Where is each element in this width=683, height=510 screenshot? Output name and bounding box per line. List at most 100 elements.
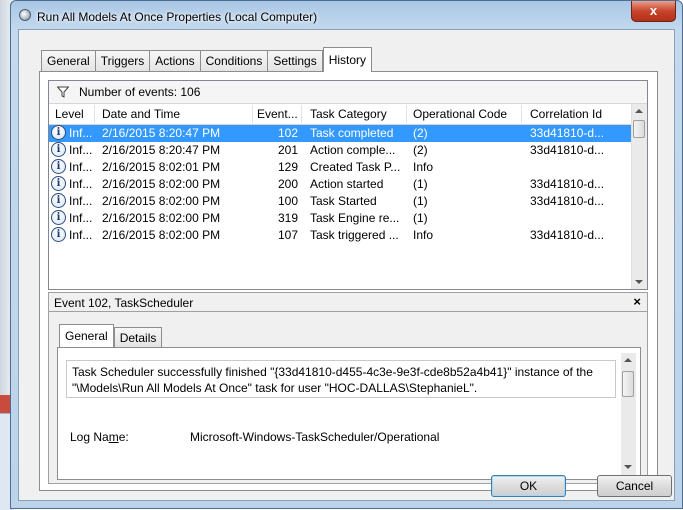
- cell-task-category: Action started: [310, 177, 384, 191]
- events-grid: Level Date and Time Event... Task Catego…: [49, 104, 634, 289]
- detail-tab-details[interactable]: Details: [113, 327, 163, 348]
- cell-event-id: 201: [277, 143, 298, 157]
- tab-strip: General Triggers Actions Conditions Sett…: [41, 47, 373, 72]
- column-divider[interactable]: [252, 105, 253, 123]
- column-divider[interactable]: [94, 105, 95, 123]
- detail-tab-general[interactable]: General: [59, 324, 114, 348]
- cancel-button[interactable]: Cancel: [597, 475, 672, 497]
- detail-close-icon[interactable]: ×: [633, 294, 641, 309]
- tab-history[interactable]: History: [322, 47, 373, 72]
- column-divider[interactable]: [406, 105, 407, 123]
- cell-event-id: 107: [277, 228, 298, 242]
- column-divider[interactable]: [521, 105, 522, 123]
- info-icon: i: [51, 210, 66, 225]
- cell-date-time: 2/16/2015 8:20:47 PM: [102, 126, 221, 140]
- cell-level: Inf...: [69, 160, 93, 174]
- cell-correlation-id: 33d41810-d...: [530, 228, 605, 242]
- scroll-down-arrow[interactable]: [624, 465, 632, 469]
- tab-triggers[interactable]: Triggers: [95, 50, 151, 72]
- cell-event-id: 200: [277, 177, 298, 191]
- clock-icon: [19, 9, 31, 21]
- history-panel: Number of events: 106 Level Date and Tim…: [39, 71, 658, 491]
- window-title: Run All Models At Once Properties (Local…: [37, 10, 318, 24]
- cell-level: Inf...: [69, 228, 93, 242]
- cell-task-category: Action comple...: [310, 143, 396, 157]
- cell-task-category: Task Engine re...: [310, 211, 400, 225]
- cell-correlation-id: 33d41810-d...: [530, 126, 605, 140]
- tab-conditions[interactable]: Conditions: [200, 50, 269, 72]
- tab-settings[interactable]: Settings: [268, 50, 323, 72]
- grid-header: Level Date and Time Event... Task Catego…: [49, 104, 634, 125]
- event-detail-body: General Details Task Scheduler successfu…: [48, 312, 648, 484]
- event-row[interactable]: i Inf... 2/16/2015 8:02:01 PM 129 Created Ta…: [49, 159, 634, 176]
- properties-dialog: Run All Models At Once Properties (Local…: [10, 0, 683, 509]
- scroll-up-arrow[interactable]: [624, 358, 632, 362]
- filter-bar: Number of events: 106: [49, 81, 647, 104]
- scroll-down-arrow[interactable]: [635, 280, 643, 284]
- detail-scrollbar[interactable]: [621, 353, 636, 475]
- title-bar[interactable]: Run All Models At Once Properties (Local…: [11, 1, 682, 29]
- ok-button[interactable]: OK: [491, 475, 566, 497]
- cell-operational-code: (1): [413, 194, 428, 208]
- event-row[interactable]: i Inf... 2/16/2015 8:20:47 PM 201 Action com…: [49, 142, 634, 159]
- cell-task-category: Task triggered ...: [310, 228, 399, 242]
- scroll-thumb[interactable]: [622, 371, 634, 397]
- cell-event-id: 129: [277, 160, 298, 174]
- column-header-level[interactable]: Level: [55, 107, 84, 121]
- cell-level: Inf...: [69, 194, 93, 208]
- cell-level: Inf...: [69, 211, 93, 225]
- window-close-button[interactable]: x: [631, 1, 676, 22]
- event-message[interactable]: Task Scheduler successfully finished "{3…: [66, 360, 616, 398]
- cell-operational-code: Info: [413, 160, 434, 174]
- cell-operational-code: Info: [413, 228, 434, 242]
- event-row[interactable]: i Inf... 2/16/2015 8:02:00 PM 100 Task Start…: [49, 193, 634, 210]
- info-icon: i: [51, 159, 66, 174]
- info-icon: i: [51, 142, 66, 157]
- cell-task-category: Created Task P...: [310, 160, 401, 174]
- cell-correlation-id: 33d41810-d...: [530, 194, 605, 208]
- cell-operational-code: (1): [413, 177, 428, 191]
- event-detail-title: Event 102, TaskScheduler: [54, 296, 194, 310]
- scroll-thumb[interactable]: [633, 120, 645, 138]
- cell-task-category: Task completed: [310, 126, 394, 140]
- cell-operational-code: (1): [413, 211, 428, 225]
- column-header-date[interactable]: Date and Time: [102, 107, 180, 121]
- info-icon: i: [51, 193, 66, 208]
- column-header-correlation-id[interactable]: Correlation Id: [530, 107, 602, 121]
- tab-general[interactable]: General: [41, 50, 96, 72]
- events-count: Number of events: 106: [79, 85, 201, 99]
- dialog-client-area: General Triggers Actions Conditions Sett…: [18, 29, 675, 501]
- cell-operational-code: (2): [413, 143, 428, 157]
- column-header-event[interactable]: Event...: [257, 107, 298, 121]
- filter-icon[interactable]: [57, 86, 69, 98]
- cell-date-time: 2/16/2015 8:20:47 PM: [102, 143, 221, 157]
- cell-correlation-id: 33d41810-d...: [530, 177, 605, 191]
- column-header-task-category[interactable]: Task Category: [310, 107, 387, 121]
- cell-operational-code: (2): [413, 126, 428, 140]
- cell-level: Inf...: [69, 143, 93, 157]
- log-name-value: Microsoft-Windows-TaskScheduler/Operatio…: [190, 430, 440, 444]
- event-row[interactable]: i Inf... 2/16/2015 8:02:00 PM 200 Action sta…: [49, 176, 634, 193]
- events-scrollbar[interactable]: [631, 104, 647, 289]
- column-header-operational-code[interactable]: Operational Code: [413, 107, 507, 121]
- tab-actions[interactable]: Actions: [150, 50, 201, 72]
- cell-date-time: 2/16/2015 8:02:00 PM: [102, 211, 221, 225]
- events-list-box: Number of events: 106 Level Date and Tim…: [48, 80, 648, 290]
- scroll-up-arrow[interactable]: [635, 109, 643, 113]
- background-window-close-fragment: [0, 395, 10, 413]
- info-icon: i: [51, 125, 66, 140]
- cell-date-time: 2/16/2015 8:02:00 PM: [102, 228, 221, 242]
- column-divider[interactable]: [301, 105, 302, 123]
- event-detail-header: Event 102, TaskScheduler ×: [48, 292, 648, 312]
- event-row[interactable]: i Inf... 2/16/2015 8:20:47 PM 102 Task compl…: [49, 125, 634, 142]
- cell-date-time: 2/16/2015 8:02:00 PM: [102, 177, 221, 191]
- info-icon: i: [51, 227, 66, 242]
- cell-task-category: Task Started: [310, 194, 377, 208]
- cell-date-time: 2/16/2015 8:02:01 PM: [102, 160, 221, 174]
- event-row[interactable]: i Inf... 2/16/2015 8:02:00 PM 107 Task trigg…: [49, 227, 634, 244]
- detail-general-panel: Task Scheduler successfully finished "{3…: [57, 347, 641, 480]
- cell-event-id: 319: [277, 211, 298, 225]
- cell-event-id: 102: [277, 126, 298, 140]
- event-row[interactable]: i Inf... 2/16/2015 8:02:00 PM 319 Task Engin…: [49, 210, 634, 227]
- info-icon: i: [51, 176, 66, 191]
